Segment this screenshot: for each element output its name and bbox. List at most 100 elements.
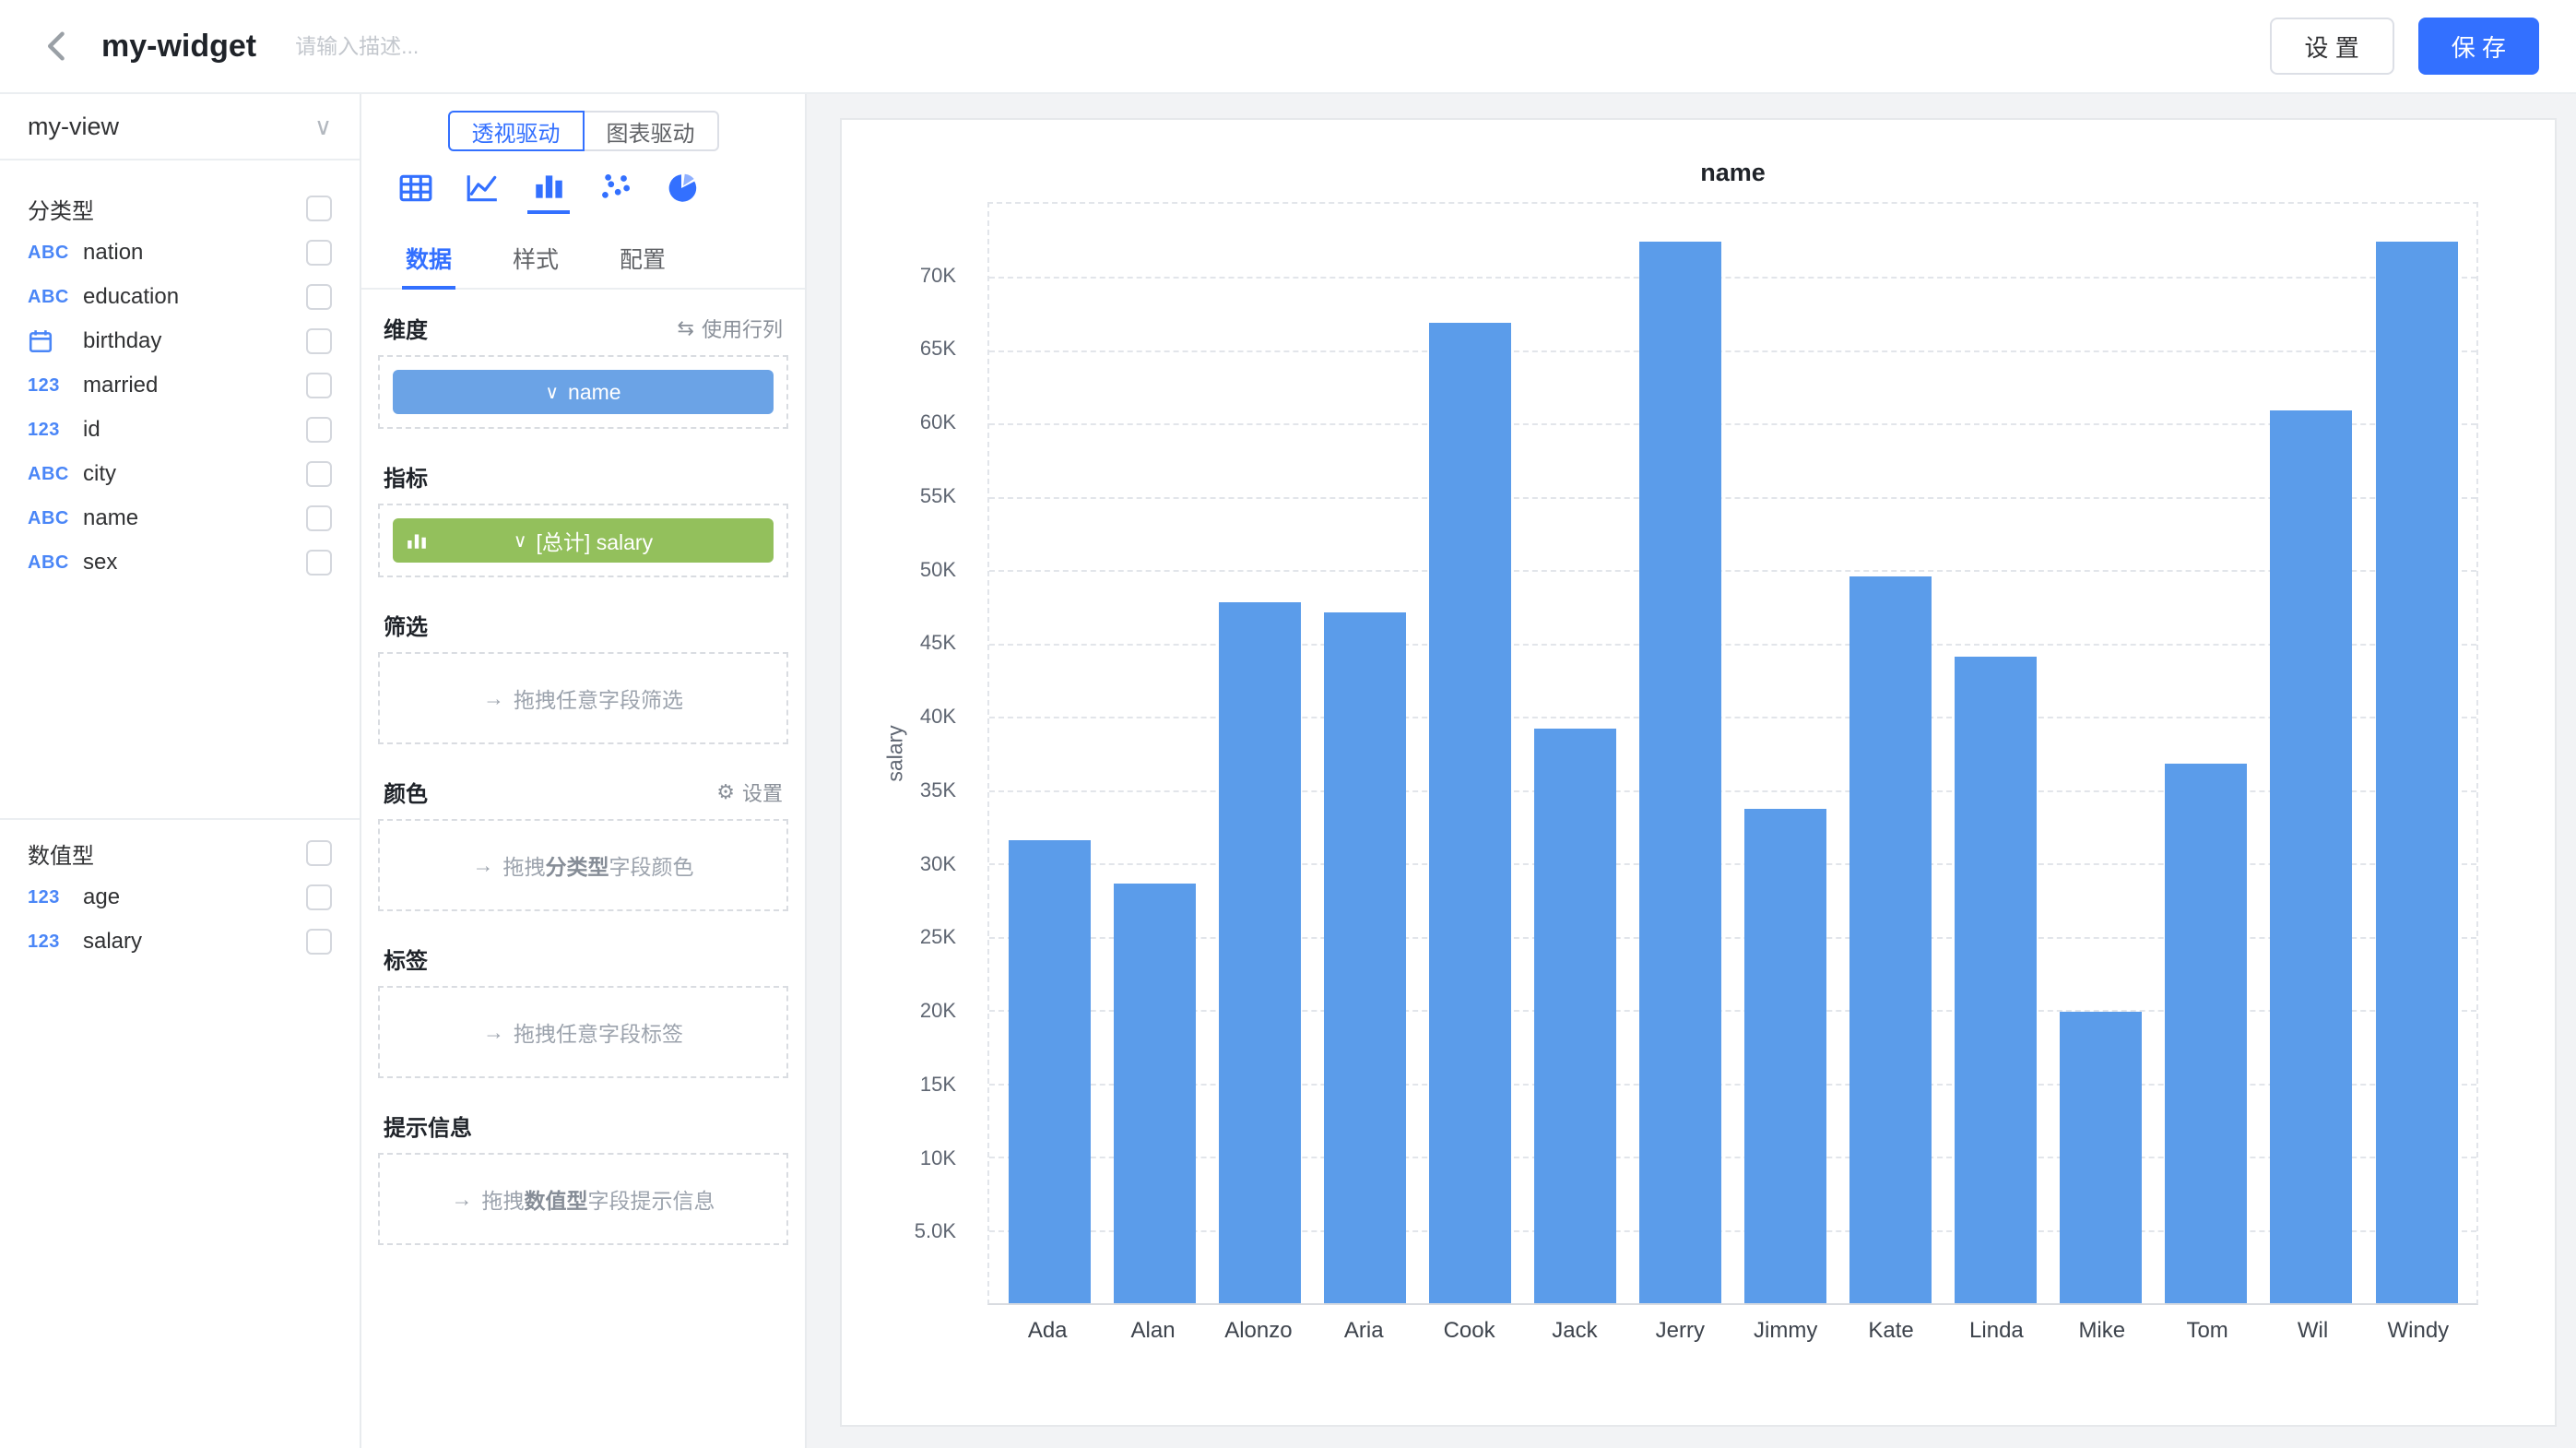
y-tick-label: 70K: [920, 264, 956, 288]
filter-dropzone[interactable]: → 拖拽任意字段筛选: [378, 652, 788, 744]
bar[interactable]: [1417, 204, 1522, 1303]
use-rows-cols-button[interactable]: ⇆ 使用行列: [678, 314, 783, 343]
chevron-down-icon: ∨: [545, 381, 559, 404]
swap-icon: ⇆: [678, 316, 694, 340]
filter-label: 筛选: [384, 609, 428, 641]
checkbox[interactable]: [306, 240, 332, 266]
y-tick-label: 20K: [920, 999, 956, 1023]
bar[interactable]: [1627, 204, 1732, 1303]
color-settings-button[interactable]: ⚙ 设置: [716, 777, 783, 807]
checkbox[interactable]: [306, 417, 332, 443]
bar[interactable]: [1102, 204, 1207, 1303]
bar-rect: [2060, 1012, 2142, 1303]
metric-pill[interactable]: ∨ [总计] salary: [393, 518, 774, 563]
field-item-city[interactable]: ABC city: [0, 452, 360, 496]
chart-region: name salary 5.0K10K15K20K25K30K35K40K45K…: [807, 94, 2576, 1448]
line-chart-icon[interactable]: [461, 168, 503, 214]
bar[interactable]: [1733, 204, 1838, 1303]
field-type-badge: ABC: [28, 287, 83, 308]
tooltip-label: 提示信息: [384, 1110, 472, 1142]
y-tick-label: 15K: [920, 1073, 956, 1097]
metric-dropzone[interactable]: ∨ [总计] salary: [378, 504, 788, 577]
panel-body: 维度 ⇆ 使用行列 ∨ name 指标: [361, 290, 805, 1448]
checkbox[interactable]: [306, 550, 332, 576]
color-header: 颜色 ⚙ 设置: [378, 776, 788, 808]
checkbox[interactable]: [306, 284, 332, 310]
checkbox[interactable]: [306, 840, 332, 866]
bar[interactable]: [2049, 204, 2154, 1303]
pie-icon[interactable]: [660, 168, 703, 214]
bar-chart-icon[interactable]: [527, 168, 570, 214]
bar-rect: [2376, 242, 2458, 1303]
tab-config[interactable]: 配置: [616, 231, 669, 288]
bar-rect: [1744, 809, 1826, 1303]
chart-card: name salary 5.0K10K15K20K25K30K35K40K45K…: [840, 118, 2557, 1427]
field-item-education[interactable]: ABC education: [0, 275, 360, 319]
bar[interactable]: [1522, 204, 1627, 1303]
field-item-salary[interactable]: 123 salary: [0, 920, 360, 964]
field-item-age[interactable]: 123 age: [0, 875, 360, 920]
tooltip-dropzone[interactable]: → 拖拽数值型字段提示信息: [378, 1153, 788, 1245]
color-dropzone[interactable]: → 拖拽分类型字段颜色: [378, 819, 788, 911]
checkbox[interactable]: [306, 373, 332, 398]
bar[interactable]: [997, 204, 1102, 1303]
x-tick-label: Jimmy: [1733, 1318, 1838, 1344]
field-type-badge: 123: [28, 932, 83, 953]
field-item-name[interactable]: ABC name: [0, 496, 360, 540]
bar[interactable]: [2364, 204, 2469, 1303]
mode-tab-chart[interactable]: 图表驱动: [583, 111, 719, 151]
bar[interactable]: [1944, 204, 2049, 1303]
label-label: 标签: [384, 943, 428, 975]
field-item-birthday[interactable]: birthday: [0, 319, 360, 363]
x-tick-label: Tom: [2155, 1318, 2260, 1344]
field-type-badge: 123: [28, 420, 83, 441]
checkbox[interactable]: [306, 884, 332, 910]
view-selector[interactable]: my-view ∨: [0, 94, 360, 160]
tab-style[interactable]: 样式: [509, 231, 562, 288]
checkbox[interactable]: [306, 328, 332, 354]
bar[interactable]: [1838, 204, 1944, 1303]
checkbox[interactable]: [306, 929, 332, 955]
bar[interactable]: [2154, 204, 2259, 1303]
checkbox[interactable]: [306, 461, 332, 487]
chevron-down-icon: ∨: [314, 113, 332, 141]
field-type-badge: ABC: [28, 552, 83, 574]
table-icon[interactable]: [395, 168, 437, 214]
back-icon[interactable]: [37, 26, 77, 66]
field-item-married[interactable]: 123 married: [0, 363, 360, 408]
bar[interactable]: [2259, 204, 2364, 1303]
dimension-pill[interactable]: ∨ name: [393, 370, 774, 414]
bar[interactable]: [1207, 204, 1312, 1303]
tooltip-header: 提示信息: [378, 1110, 788, 1142]
y-tick-label: 5.0K: [915, 1219, 956, 1243]
arrow-right-icon: →: [452, 1187, 473, 1212]
label-header: 标签: [378, 943, 788, 975]
app-header: my-widget 设 置 保 存: [0, 0, 2576, 94]
save-button[interactable]: 保 存: [2418, 18, 2539, 75]
bar-rect: [1429, 323, 1511, 1303]
tab-data[interactable]: 数据: [402, 231, 455, 288]
bar[interactable]: [1312, 204, 1417, 1303]
checkbox[interactable]: [306, 196, 332, 221]
y-tick-label: 50K: [920, 558, 956, 582]
label-dropzone[interactable]: → 拖拽任意字段标签: [378, 986, 788, 1078]
field-type-badge: ABC: [28, 464, 83, 485]
checkbox[interactable]: [306, 505, 332, 531]
mode-tab-pivot[interactable]: 透视驱动: [448, 111, 585, 151]
panel-tabs: 数据 样式 配置: [361, 231, 805, 290]
filter-header: 筛选: [378, 609, 788, 641]
settings-button[interactable]: 设 置: [2270, 18, 2394, 75]
bar-rect: [2270, 410, 2352, 1303]
bar-series: [989, 204, 2476, 1303]
dimension-header: 维度 ⇆ 使用行列: [378, 312, 788, 344]
field-item-id[interactable]: 123 id: [0, 408, 360, 452]
dimension-dropzone[interactable]: ∨ name: [378, 355, 788, 429]
metric-header: 指标: [378, 460, 788, 493]
section-header-categorical: 分类型: [0, 186, 360, 231]
field-item-nation[interactable]: ABC nation: [0, 231, 360, 275]
description-input[interactable]: [295, 34, 682, 59]
scatter-icon[interactable]: [594, 168, 636, 214]
bar-rect: [1009, 840, 1091, 1303]
field-item-sex[interactable]: ABC sex: [0, 540, 360, 585]
bar-rect: [1534, 729, 1616, 1303]
